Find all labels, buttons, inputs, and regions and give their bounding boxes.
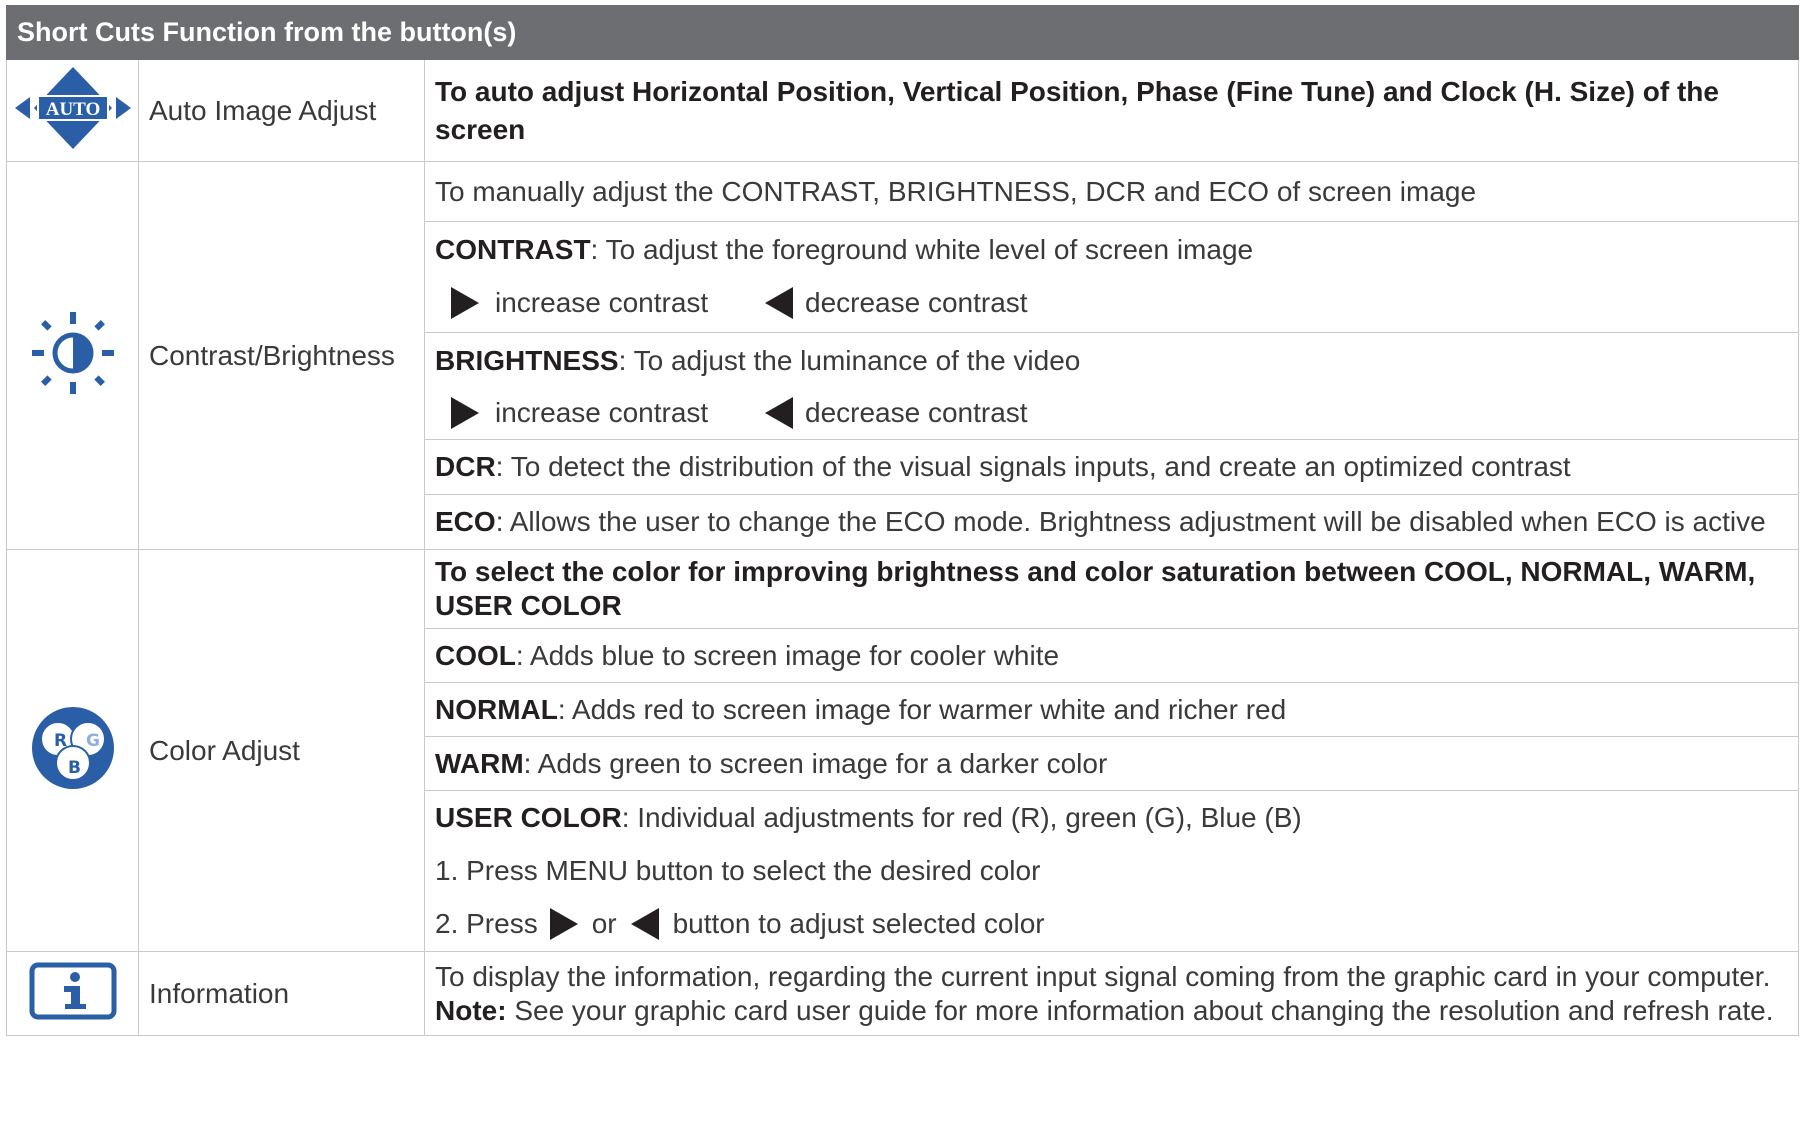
contrast-key: CONTRAST (435, 233, 591, 265)
contrast-desc: To manually adjust the CONTRAST, BRIGHTN… (424, 161, 1799, 550)
warm-key: WARM (435, 747, 524, 779)
color-cool-row: COOL: Adds blue to screen image for cool… (425, 629, 1798, 683)
table-row-contrast: Contrast/Brightness To manually adjust t… (6, 161, 1799, 550)
auto-desc: To auto adjust Horizontal Position, Vert… (424, 59, 1799, 162)
note-desc: See your graphic card user guide for mor… (506, 994, 1774, 1026)
info-desc: To display the information, regarding th… (424, 951, 1799, 1036)
contrast-intro: To manually adjust the CONTRAST, BRIGHTN… (435, 175, 1477, 207)
svg-text:AUTO: AUTO (45, 99, 100, 120)
auto-name: Auto Image Adjust (138, 59, 425, 162)
user-step-1: 1. Press MENU button to select the desir… (435, 854, 1041, 886)
table-header-row: Short Cuts Function from the button(s) (6, 5, 1799, 60)
increase-brightness-label: increase contrast (495, 397, 709, 428)
user-color-key: USER COLOR (435, 801, 622, 833)
dcr-desc: : To detect the distribution of the visu… (495, 451, 1571, 482)
contrast-eco-row: ECO: Allows the user to change the ECO m… (425, 495, 1798, 549)
contrast-brightness-row: BRIGHTNESS: To adjust the luminance of t… (425, 333, 1798, 440)
dcr-key: DCR (435, 451, 496, 482)
normal-desc: : Adds red to screen image for warmer wh… (557, 693, 1287, 725)
contrast-contrast-row: CONTRAST: To adjust the foreground white… (425, 222, 1798, 333)
svg-text:G: G (86, 731, 100, 751)
contrast-name: Contrast/Brightness (138, 161, 425, 550)
contrast-key-desc: : To adjust the foreground white level o… (590, 233, 1254, 265)
brightness-key-desc: : To adjust the luminance of the video (618, 344, 1081, 376)
left-arrow-icon (765, 397, 793, 429)
shortcuts-table: Short Cuts Function from the button(s) A… (6, 5, 1799, 1036)
svg-text:B: B (68, 758, 81, 778)
color-intro: To select the color for improving bright… (435, 556, 1756, 621)
color-intro-row: To select the color for improving bright… (425, 550, 1798, 629)
table-row-auto: AUTO Auto Image Adjust To auto adjust Ho… (6, 59, 1799, 162)
shortcuts-table-page: Short Cuts Function from the button(s) A… (6, 5, 1799, 1036)
cool-key: COOL (435, 639, 516, 671)
normal-key: NORMAL (435, 693, 558, 725)
info-icon-cell (6, 951, 139, 1036)
rgb-icon: R G B (31, 707, 114, 789)
auto-icon: AUTO (14, 67, 131, 149)
eco-key: ECO (435, 506, 496, 537)
right-arrow-icon (451, 287, 479, 319)
contrast-intro-row: To manually adjust the CONTRAST, BRIGHTN… (425, 162, 1798, 222)
auto-desc-text: To auto adjust Horizontal Position, Vert… (435, 75, 1719, 145)
table-row-color: R G B Color Adjust To select the color f… (6, 549, 1799, 952)
info-icon (29, 962, 116, 1020)
cool-desc: : Adds blue to screen image for cooler w… (515, 639, 1060, 671)
user-color-desc: : Individual adjustments for red (R), gr… (621, 801, 1302, 833)
right-arrow-icon (549, 907, 578, 940)
left-arrow-icon (765, 287, 793, 319)
table-title: Short Cuts Function from the button(s) (6, 5, 1799, 60)
auto-icon-cell: AUTO (6, 59, 139, 162)
svg-text:R: R (54, 731, 67, 751)
sun-contrast-icon (31, 312, 114, 394)
color-user-row: USER COLOR: Individual adjustments for r… (425, 791, 1798, 951)
color-icon-cell: R G B (6, 549, 139, 952)
contrast-icon-cell (6, 161, 139, 550)
decrease-contrast-label: decrease contrast (805, 287, 1028, 318)
warm-desc: : Adds green to screen image for a darke… (523, 747, 1108, 779)
decrease-brightness-label: decrease contrast (805, 397, 1028, 428)
note-key: Note: (435, 994, 507, 1026)
info-desc-text: To display the information, regarding th… (435, 960, 1771, 992)
color-name: Color Adjust (138, 549, 425, 952)
contrast-dcr-row: DCR: To detect the distribution of the v… (425, 440, 1798, 495)
eco-desc: : Allows the user to change the ECO mode… (495, 506, 1766, 537)
user-step-2-start: 2. Press (435, 907, 538, 939)
left-arrow-icon (630, 907, 659, 940)
right-arrow-icon (451, 397, 479, 429)
info-name: Information (138, 951, 425, 1036)
increase-contrast-label: increase contrast (495, 287, 709, 318)
color-warm-row: WARM: Adds green to screen image for a d… (425, 737, 1798, 791)
table-row-info: Information To display the information, … (6, 951, 1799, 1036)
user-step-2-or: or (591, 907, 617, 939)
brightness-key: BRIGHTNESS (435, 344, 619, 376)
color-desc: To select the color for improving bright… (424, 549, 1799, 952)
user-step-2-end: button to adjust selected color (672, 907, 1045, 939)
color-normal-row: NORMAL: Adds red to screen image for war… (425, 683, 1798, 737)
info-note: Note: See your graphic card user guide f… (435, 994, 1788, 1028)
